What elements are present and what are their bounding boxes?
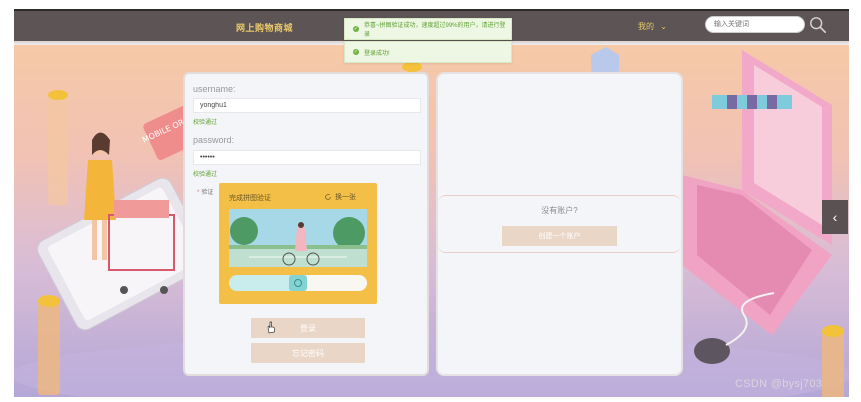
captcha-widget: 完成拼图验证 换一张 [219,183,377,304]
toast-login-success: ✓ 登录成功! [344,41,512,63]
refresh-icon [325,194,331,200]
login-panel: username: 校验通过 password: 校验通过 *验证 完成拼图验证… [183,72,429,376]
required-star: * [197,190,200,196]
forgot-password-button[interactable]: 忘记密码 [251,343,365,363]
chevron-left-icon[interactable]: ‹ [822,200,848,234]
login-button-label: 登录 [300,323,316,333]
username-field[interactable] [193,98,421,113]
watermark: CSDN @bysj703 [735,378,823,390]
signup-panel: 没有账户? 创建一个账户 [436,72,683,376]
create-account-label: 创建一个账户 [538,233,581,240]
toast-text: 登录成功! [364,50,390,57]
check-circle-icon: ✓ [353,26,359,32]
password-label: password: [193,135,235,145]
background-illustration: MOBILE ORDER [14,45,849,397]
captcha-title: 完成拼图验证 [229,195,271,202]
my-account-menu[interactable]: 我的 ⌄ [638,21,667,32]
my-menu-label: 我的 [638,22,654,31]
check-circle-icon: ✓ [353,49,359,55]
shopping-illustration: MOBILE ORDER [14,47,849,397]
create-account-button[interactable]: 创建一个账户 [502,226,617,246]
no-account-text: 没有账户? [541,206,578,215]
captcha-refresh-button[interactable]: 换一张 [324,192,356,202]
slider-handle[interactable] [289,275,307,291]
password-field[interactable] [193,150,421,165]
forgot-password-label: 忘记密码 [292,348,324,358]
captcha-refresh-label: 换一张 [335,194,356,201]
toast-text: 恭喜~拼图验证成功，速度超过99%的用户，请进行登录 [363,23,506,38]
verify-label: * 验证 [197,187,213,196]
captcha-puzzle-image [229,209,367,267]
password-hint: 校验通过 [193,172,218,178]
slider-fill [229,275,298,291]
site-title[interactable]: 网上购物商城 [236,21,293,34]
search-input[interactable] [705,16,805,33]
verify-label-text: 验证 [201,190,214,196]
username-label: username: [193,84,236,94]
signup-box: 没有账户? 创建一个账户 [438,195,681,253]
hand-cursor-icon [267,321,275,334]
chevron-down-icon: ⌄ [660,22,667,31]
toast-captcha-success: ✓ 恭喜~拼图验证成功，速度超过99%的用户，请进行登录 [344,18,512,40]
refresh-circle-icon [294,279,302,287]
search-icon[interactable] [809,16,827,34]
username-hint: 校验通过 [193,120,218,126]
captcha-slider-track [229,275,367,291]
